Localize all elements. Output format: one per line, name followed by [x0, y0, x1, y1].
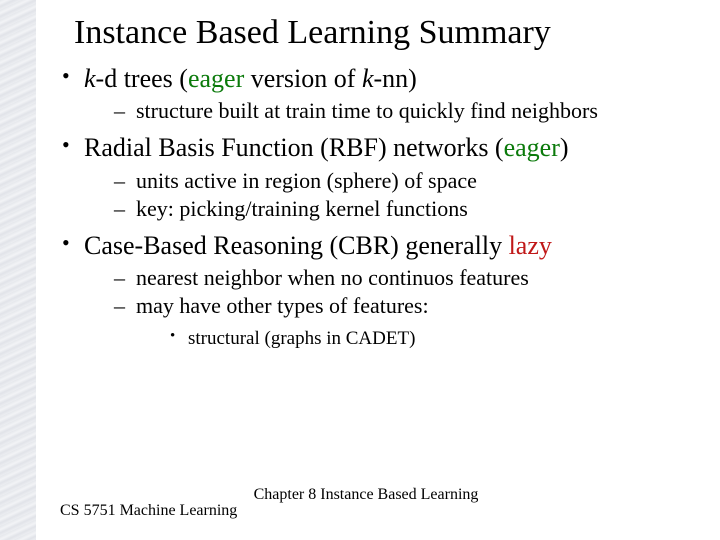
text: ) — [560, 133, 569, 162]
bullet-list: k-d trees (eager version of k-nn) struct… — [60, 62, 672, 351]
bullet-cbr: Case-Based Reasoning (CBR) generally laz… — [60, 229, 672, 351]
sub-bullet: units active in region (sphere) of space — [114, 167, 672, 195]
bullet-rbf: Radial Basis Function (RBF) networks (ea… — [60, 131, 672, 223]
sub-list: units active in region (sphere) of space… — [84, 167, 672, 223]
text: may have other types of features: — [136, 293, 429, 318]
eager-label: eager — [188, 64, 244, 93]
slide-title: Instance Based Learning Summary — [74, 14, 672, 52]
text: -nn) — [373, 64, 416, 93]
sub-bullet: structure built at train time to quickly… — [114, 97, 672, 125]
sub-bullet: may have other types of features: struct… — [114, 292, 672, 351]
subsub-bullet: structural (graphs in CADET) — [170, 327, 672, 352]
text: Radial Basis Function (RBF) networks ( — [84, 133, 504, 162]
slide-body: Instance Based Learning Summary k-d tree… — [0, 0, 720, 540]
sub-list: nearest neighbor when no continuos featu… — [84, 264, 672, 351]
text: k — [362, 64, 374, 93]
text: k — [84, 64, 96, 93]
footer-chapter: Chapter 8 Instance Based Learning — [60, 486, 672, 504]
lazy-label: lazy — [509, 231, 552, 260]
eager-label: eager — [504, 133, 560, 162]
text: Case-Based Reasoning (CBR) generally — [84, 231, 509, 260]
sub-list: structure built at train time to quickly… — [84, 97, 672, 125]
text: version of — [244, 64, 362, 93]
text: -d trees ( — [96, 64, 188, 93]
subsub-list: structural (graphs in CADET) — [136, 327, 672, 352]
bullet-kd-trees: k-d trees (eager version of k-nn) struct… — [60, 62, 672, 125]
sub-bullet: key: picking/training kernel functions — [114, 195, 672, 223]
sub-bullet: nearest neighbor when no continuos featu… — [114, 264, 672, 292]
